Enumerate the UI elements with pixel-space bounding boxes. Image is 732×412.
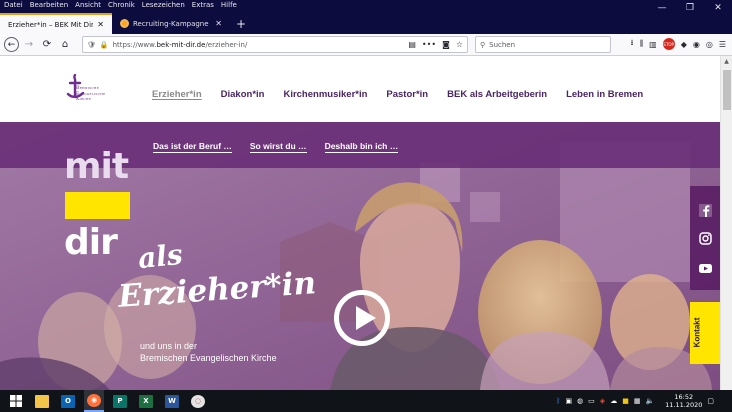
menu-bar: Datei Bearbeiten Ansicht Chronik Lesezei…: [0, 0, 732, 10]
tray-app-icon[interactable]: ▭: [588, 397, 595, 405]
facebook-icon[interactable]: [699, 204, 712, 217]
bluetooth-icon[interactable]: ᛒ: [556, 397, 560, 405]
tray-app-icon[interactable]: ▣: [565, 397, 572, 405]
outlook-icon[interactable]: O: [58, 390, 78, 412]
sidebar-icon[interactable]: ▥: [649, 40, 657, 49]
hamburger-menu-icon[interactable]: ☰: [719, 40, 726, 49]
toolbar-right: ⭳ ⫼ ▥ STOP ◆ ◉ ◎ ☰: [631, 37, 726, 51]
kontakt-button[interactable]: Kontakt: [690, 302, 720, 364]
subnav-deshalb[interactable]: Deshalb bin ich …: [324, 141, 399, 153]
network-icon[interactable]: ▦: [634, 397, 641, 405]
system-clock[interactable]: 16:52 11.11.2020: [665, 393, 702, 409]
file-explorer-icon[interactable]: [32, 390, 52, 412]
windows-start-icon[interactable]: [6, 390, 26, 412]
menu-lesezeichen[interactable]: Lesezeichen: [142, 1, 185, 9]
hero-word-dir: dir: [64, 222, 118, 263]
subnav-so-wirst-du[interactable]: So wirst du …: [249, 141, 307, 153]
home-button[interactable]: ⌂: [57, 37, 73, 53]
onedrive-icon[interactable]: ☁: [610, 397, 617, 405]
social-links: [690, 186, 720, 290]
close-tab-icon[interactable]: ✕: [97, 20, 104, 29]
menu-bearbeiten[interactable]: Bearbeiten: [30, 1, 68, 9]
youtube-icon[interactable]: [699, 262, 712, 275]
back-button[interactable]: ←: [4, 37, 19, 52]
page-scrollbar[interactable]: ▲: [720, 56, 732, 390]
adblock-stop-icon[interactable]: STOP: [662, 38, 675, 50]
menu-ansicht[interactable]: Ansicht: [75, 1, 101, 9]
url-bar[interactable]: 🛡 🔒 https://www.bek-mit-dir.de/erzieher-…: [82, 36, 468, 53]
site-header: Bremische Evangelische Kirche Erzieher*i…: [0, 56, 720, 122]
tab-title: Recruiting-Kampagne Bremisc: [133, 19, 211, 28]
navigation-toolbar: ← → ⟳ ⌂ 🛡 🔒 https://www.bek-mit-dir.de/e…: [0, 34, 732, 56]
subnav-beruf[interactable]: Das ist der Beruf …: [153, 141, 232, 153]
reader-view-icon[interactable]: ▤: [408, 40, 416, 49]
maximize-button[interactable]: ❐: [676, 0, 704, 22]
menu-chronik[interactable]: Chronik: [108, 1, 135, 9]
reload-button[interactable]: ⟳: [39, 37, 55, 53]
new-tab-button[interactable]: +: [236, 13, 246, 34]
hero-section: Das ist der Beruf … So wirst du … Deshal…: [0, 122, 720, 390]
nav-arbeitgeberin[interactable]: BEK als Arbeitgeberin: [447, 89, 547, 100]
publisher-icon[interactable]: P: [110, 390, 130, 412]
video-play-button[interactable]: [334, 290, 390, 346]
hero-handwriting-als: als: [136, 237, 185, 276]
page-actions-icon[interactable]: •••: [422, 40, 436, 49]
tab-recruiting[interactable]: Recruiting-Kampagne Bremisc ✕: [112, 13, 230, 34]
download-icon[interactable]: ⭳: [631, 37, 634, 51]
excel-icon[interactable]: X: [136, 390, 156, 412]
hero-yellow-bar: [65, 192, 130, 219]
search-field[interactable]: ⚲ Suchen: [475, 36, 611, 53]
page-viewport: Bremische Evangelische Kirche Erzieher*i…: [0, 56, 720, 390]
main-navigation: Erzieher*in Diakon*in Kirchenmusiker*in …: [152, 89, 662, 100]
url-text: https://www.bek-mit-dir.de/erzieher-in/: [112, 40, 248, 49]
scroll-up-icon[interactable]: ▲: [721, 56, 732, 68]
library-icon[interactable]: ⫼: [639, 39, 643, 49]
play-icon: [356, 306, 376, 330]
app-icon[interactable]: ◌: [188, 390, 208, 412]
volume-icon[interactable]: 🔈: [645, 397, 654, 405]
nav-erzieher[interactable]: Erzieher*in: [152, 89, 202, 100]
bek-logo[interactable]: Bremische Evangelische Kirche: [60, 74, 110, 114]
pocket-icon[interactable]: ◙: [442, 40, 450, 49]
nav-kirchenmusiker[interactable]: Kirchenmusiker*in: [283, 89, 367, 100]
nav-leben-in-bremen[interactable]: Leben in Bremen: [566, 89, 643, 100]
nav-diakon[interactable]: Diakon*in: [221, 89, 265, 100]
menu-datei[interactable]: Datei: [4, 1, 23, 9]
instagram-icon[interactable]: [699, 232, 712, 245]
close-window-button[interactable]: ✕: [704, 0, 732, 22]
scrollbar-thumb[interactable]: [723, 70, 731, 110]
forward-button[interactable]: →: [21, 37, 37, 53]
menu-extras[interactable]: Extras: [192, 1, 214, 9]
tab-title: Erzieher*in – BEK Mit Dir: [8, 20, 94, 29]
tray-app-icon[interactable]: ◍: [577, 397, 583, 405]
hero-subtitle: und uns in der Bremischen Evangelischen …: [140, 341, 277, 363]
logo-text: Bremische Evangelische Kirche: [76, 86, 106, 102]
nav-pastor[interactable]: Pastor*in: [386, 89, 428, 100]
tab-erzieher[interactable]: Erzieher*in – BEK Mit Dir ✕: [0, 13, 112, 34]
system-tray: ᛒ ▣ ◍ ▭ ◈ ☁ ■ ▦ 🔈 16:52 11.11.2020 ▢: [556, 390, 714, 412]
search-icon: ⚲: [480, 40, 486, 49]
sub-navigation: Das ist der Beruf … So wirst du … Deshal…: [153, 141, 416, 153]
minimize-button[interactable]: —: [648, 0, 676, 22]
word-icon[interactable]: W: [162, 390, 182, 412]
favicon-icon: [120, 19, 129, 28]
search-placeholder: Suchen: [489, 40, 516, 49]
windows-taskbar: O ◉ P X W ◌ ᛒ ▣ ◍ ▭ ◈ ☁ ■ ▦ 🔈 16:52 11.1…: [0, 390, 732, 412]
extension-icon[interactable]: ◉: [693, 40, 700, 49]
menu-hilfe[interactable]: Hilfe: [221, 1, 237, 9]
bookmark-star-icon[interactable]: ☆: [456, 40, 463, 49]
close-tab-icon[interactable]: ✕: [215, 19, 222, 28]
window-controls: — ❐ ✕: [648, 0, 732, 22]
tray-app-icon[interactable]: ■: [622, 397, 629, 405]
notifications-icon[interactable]: ▢: [707, 397, 714, 405]
shield-icon[interactable]: 🛡: [87, 41, 96, 49]
hero-word-mit: mit: [64, 146, 129, 187]
account-icon[interactable]: ◎: [706, 40, 713, 49]
tab-bar: Erzieher*in – BEK Mit Dir ✕ Recruiting-K…: [0, 10, 732, 34]
extension-icon[interactable]: ◆: [681, 40, 687, 49]
kontakt-label: Kontakt: [692, 317, 702, 348]
lock-icon[interactable]: 🔒: [100, 41, 109, 49]
firefox-icon[interactable]: ◉: [84, 390, 104, 412]
tray-app-icon[interactable]: ◈: [600, 397, 605, 405]
